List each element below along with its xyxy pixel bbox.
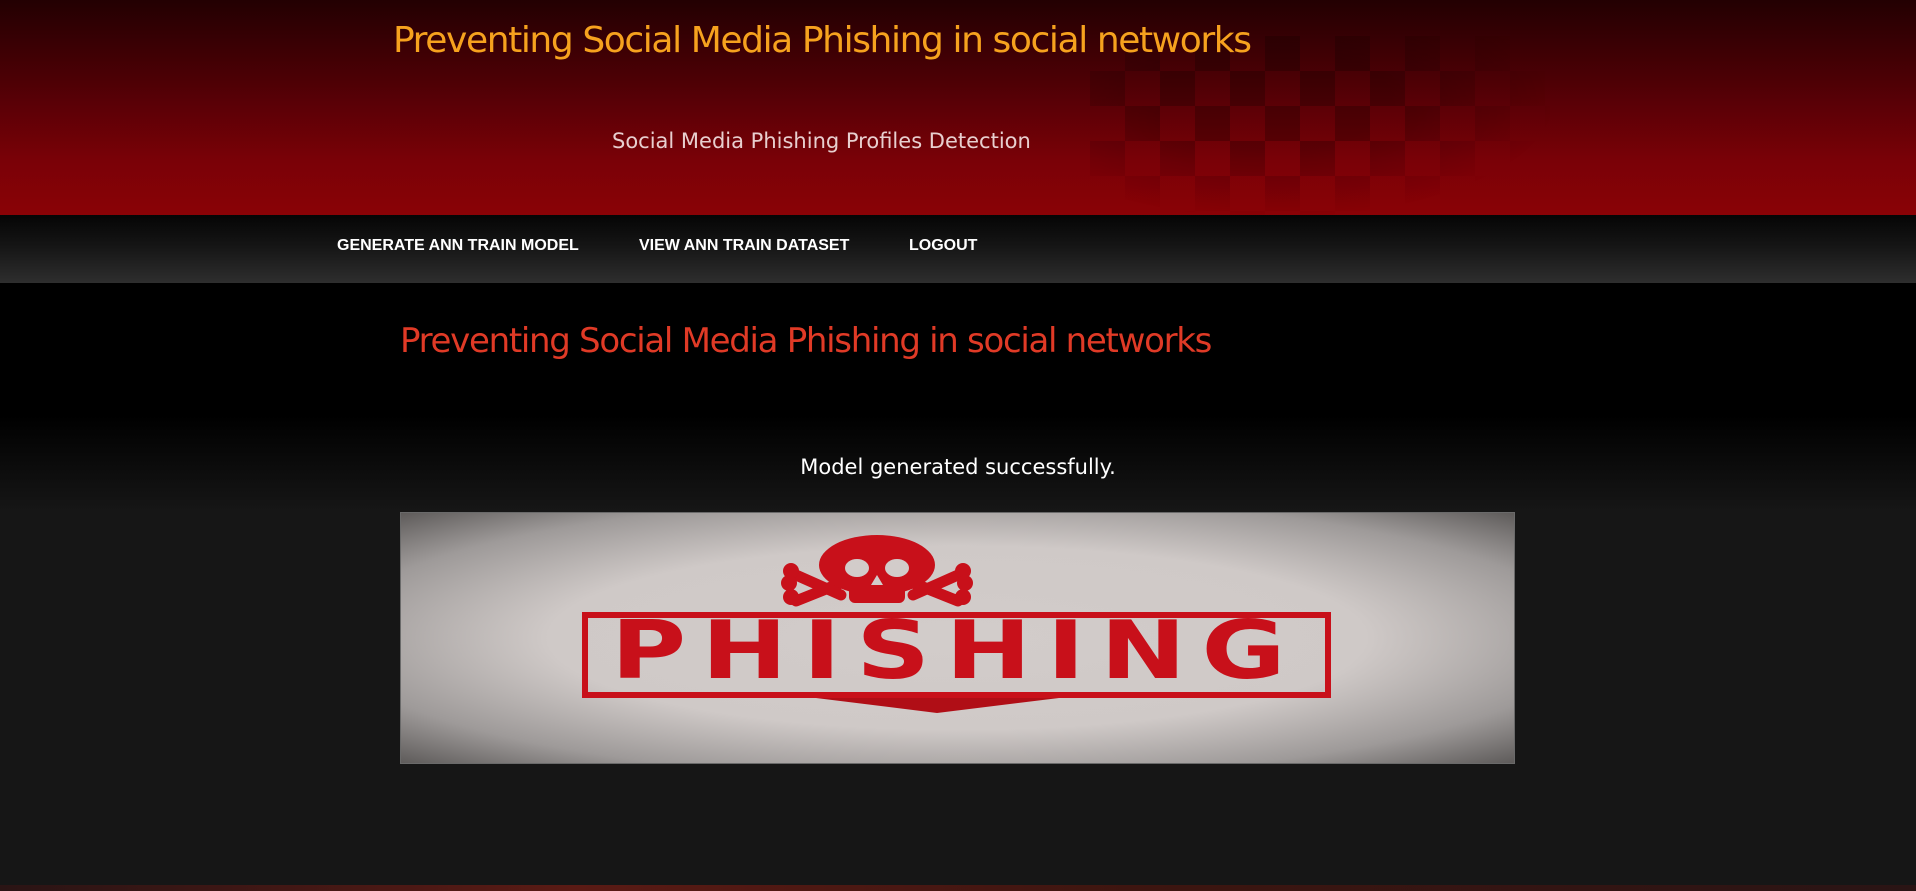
footer-strip bbox=[0, 885, 1916, 891]
phishing-banner-graphic: PHISHING bbox=[582, 535, 1331, 713]
nav-view-ann-train-dataset[interactable]: VIEW ANN TRAIN DATASET bbox=[639, 237, 849, 255]
header-checker-pattern bbox=[1090, 36, 1550, 215]
skull-crossbones-icon bbox=[781, 535, 973, 607]
phishing-banner-image: PHISHING bbox=[400, 512, 1515, 764]
nav-logout[interactable]: LOGOUT bbox=[909, 237, 977, 255]
status-message: Model generated successfully. bbox=[800, 455, 1116, 479]
phishing-banner-text: PHISHING bbox=[611, 604, 1301, 697]
site-header: Preventing Social Media Phishing in soci… bbox=[0, 0, 1916, 215]
site-subtitle: Social Media Phishing Profiles Detection bbox=[612, 129, 1031, 153]
nav-generate-ann-train-model[interactable]: GENERATE ANN TRAIN MODEL bbox=[337, 237, 579, 255]
main-content: Preventing Social Media Phishing in soci… bbox=[0, 283, 1916, 885]
main-nav: GENERATE ANN TRAIN MODEL VIEW ANN TRAIN … bbox=[0, 215, 1916, 283]
content-title: Preventing Social Media Phishing in soci… bbox=[400, 321, 1212, 361]
site-title: Preventing Social Media Phishing in soci… bbox=[393, 20, 1252, 61]
